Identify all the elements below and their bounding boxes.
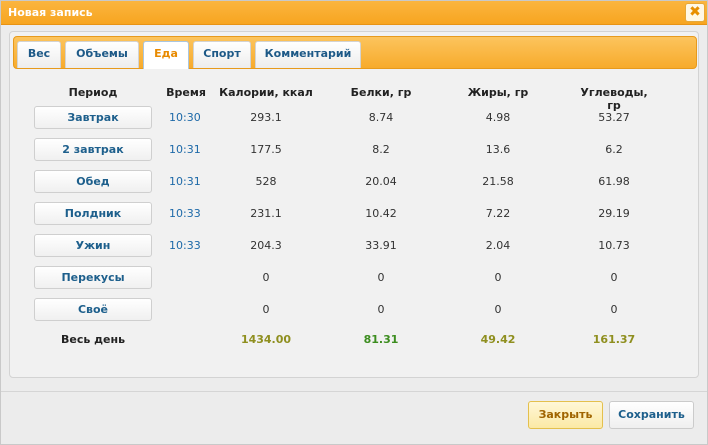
time-link: 10:31 (169, 175, 201, 188)
calories-value: 0 (262, 303, 270, 316)
protein-value: 0 (377, 271, 385, 284)
tab-weight[interactable]: Вес (17, 41, 61, 68)
header-calories: Калории, ккал (219, 86, 313, 99)
total-carbs: 161.37 (592, 333, 636, 346)
total-calories: 1434.00 (240, 333, 292, 346)
header-period: Период (68, 86, 118, 99)
period-button[interactable]: Обед (34, 170, 152, 193)
fat-value: 0 (494, 303, 502, 316)
tab-comment[interactable]: Комментарий (255, 41, 361, 68)
total-label: Весь день (60, 333, 126, 346)
tab-bar: Вес Объемы Еда Спорт Комментарий (13, 36, 697, 69)
close-icon[interactable]: ✖ (685, 3, 705, 22)
save-button[interactable]: Сохранить (609, 401, 694, 429)
time-link: 10:33 (169, 239, 201, 252)
calories-value: 204.3 (250, 239, 282, 252)
fat-value: 4.98 (485, 111, 511, 124)
protein-value: 10.42 (365, 207, 397, 220)
fat-value: 0 (494, 271, 502, 284)
tab-food[interactable]: Еда (143, 41, 189, 69)
protein-value: 0 (377, 303, 385, 316)
time-link: 10:31 (169, 143, 201, 156)
time-link: 10:30 (169, 111, 201, 124)
carbs-value: 29.19 (598, 207, 630, 220)
protein-value: 20.04 (365, 175, 397, 188)
fat-value: 21.58 (482, 175, 514, 188)
footer-divider (1, 391, 707, 392)
dialog-window: Новая запись ✖ Вес Объемы Еда Спорт Комм… (0, 0, 708, 445)
period-button[interactable]: Ужин (34, 234, 152, 257)
fat-value: 7.22 (485, 207, 511, 220)
header-fat: Жиры, гр (467, 86, 529, 99)
carbs-value: 6.2 (605, 143, 623, 156)
calories-value: 528 (255, 175, 277, 188)
calories-value: 177.5 (250, 143, 282, 156)
carbs-value: 0 (610, 303, 618, 316)
calories-value: 231.1 (250, 207, 282, 220)
period-button[interactable]: Своё (34, 298, 152, 321)
calories-value: 0 (262, 271, 270, 284)
tab-sport[interactable]: Спорт (193, 41, 251, 68)
period-button[interactable]: Полдник (34, 202, 152, 225)
header-carbs: Углеводы, гр (580, 86, 648, 112)
header-protein: Белки, гр (350, 86, 412, 99)
protein-value: 8.74 (368, 111, 394, 124)
fat-value: 13.6 (485, 143, 511, 156)
title-bar[interactable]: Новая запись ✖ (1, 1, 707, 25)
calories-value: 293.1 (250, 111, 282, 124)
period-button[interactable]: Завтрак (34, 106, 152, 129)
window-title: Новая запись (8, 6, 93, 19)
time-link: 10:33 (169, 207, 201, 220)
close-button[interactable]: Закрыть (528, 401, 603, 429)
protein-value: 33.91 (365, 239, 397, 252)
period-button[interactable]: 2 завтрак (34, 138, 152, 161)
header-time: Время (166, 86, 206, 99)
tab-measurements[interactable]: Объемы (65, 41, 139, 68)
carbs-value: 0 (610, 271, 618, 284)
fat-value: 2.04 (485, 239, 511, 252)
total-fat: 49.42 (480, 333, 516, 346)
carbs-value: 10.73 (598, 239, 630, 252)
protein-value: 8.2 (372, 143, 390, 156)
period-button[interactable]: Перекусы (34, 266, 152, 289)
carbs-value: 61.98 (598, 175, 630, 188)
total-protein: 81.31 (363, 333, 399, 346)
carbs-value: 53.27 (598, 111, 630, 124)
